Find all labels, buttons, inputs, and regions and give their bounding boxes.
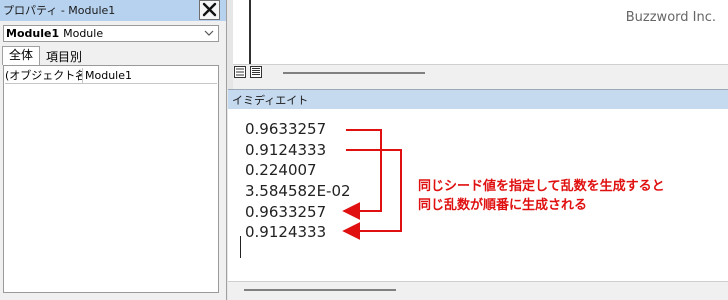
text-cursor	[240, 236, 241, 258]
output-line: 0.224007	[245, 161, 317, 179]
property-value[interactable]: Module1	[85, 68, 132, 83]
annotation-text: 同じシード値を指定して乱数を生成すると	[418, 179, 665, 194]
annotation-text: 同じ乱数が順番に生成される	[418, 198, 588, 213]
output-line: 3.584582E-02	[245, 182, 351, 200]
code-window-bottom-bar	[233, 64, 728, 89]
selected-object-type: Module	[63, 27, 104, 40]
object-selector-dropdown[interactable]: Module1 Module	[3, 25, 219, 42]
properties-title: プロパティ - Module1	[3, 4, 116, 17]
chevron-down-icon	[204, 30, 214, 36]
property-name[interactable]: (オブジェクト名)	[5, 68, 83, 83]
properties-pane: プロパティ - Module1 Module1 Module 全体 項目別 (オブ…	[0, 0, 227, 300]
output-line: 0.9633257	[245, 203, 327, 221]
immediate-title-bar: イミディエイト	[228, 89, 728, 109]
immediate-title: イミディエイト	[232, 94, 309, 107]
output-line: 0.9633257	[245, 120, 327, 138]
procedure-view-icon[interactable]	[234, 66, 246, 78]
property-grid: (オブジェクト名) Module1	[3, 65, 219, 293]
view-toggle-icons[interactable]	[234, 66, 262, 81]
output-line: 0.9124333	[245, 223, 327, 241]
row-divider	[5, 83, 217, 84]
brand-watermark: Buzzword Inc.	[625, 10, 716, 25]
selected-object-name: Module1	[6, 27, 60, 40]
code-margin	[233, 0, 251, 64]
close-icon	[202, 2, 217, 17]
properties-title-bar: プロパティ - Module1	[0, 0, 226, 21]
output-line: 0.9124333	[245, 141, 327, 159]
horizontal-scrollbar[interactable]	[244, 289, 396, 291]
close-button[interactable]	[199, 0, 220, 20]
full-module-view-icon[interactable]	[249, 66, 262, 78]
tab-all[interactable]: 全体	[2, 46, 40, 65]
tab-categorized[interactable]: 項目別	[46, 48, 82, 65]
horizontal-scrollbar[interactable]	[283, 72, 425, 74]
